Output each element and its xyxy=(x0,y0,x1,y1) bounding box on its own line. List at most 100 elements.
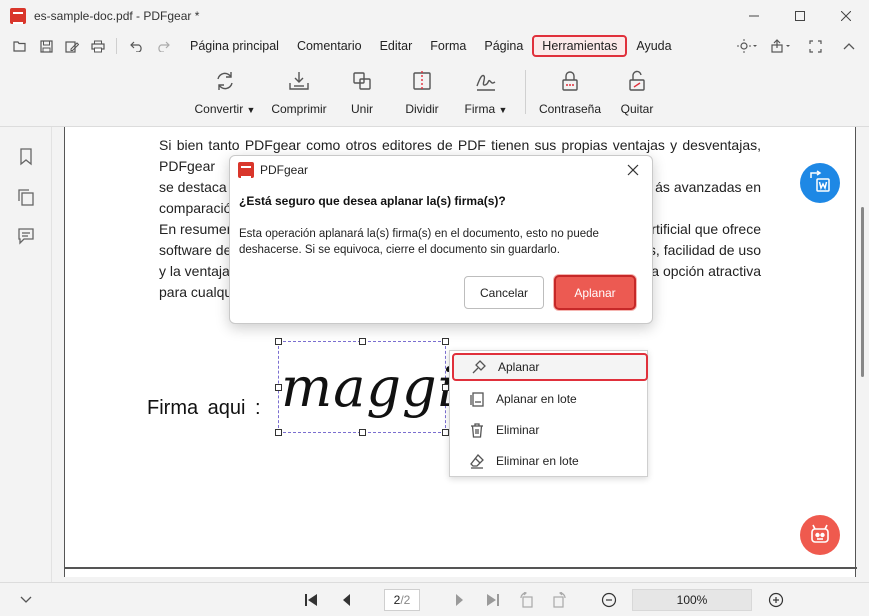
signature-selection[interactable]: maggie xyxy=(275,338,488,436)
ai-robot-icon xyxy=(808,522,832,549)
print-icon[interactable] xyxy=(86,35,110,57)
confirm-flatten-button[interactable]: Aplanar xyxy=(554,275,636,310)
ai-assistant-button[interactable] xyxy=(800,515,840,555)
menu-item-batch-delete[interactable]: Eliminar en lote xyxy=(450,447,647,475)
pages-icon[interactable] xyxy=(16,187,36,207)
maximize-icon[interactable] xyxy=(777,0,823,32)
menu-item-flatten[interactable]: Aplanar xyxy=(452,353,648,381)
rotate-right-icon[interactable] xyxy=(550,591,568,609)
resize-handle[interactable] xyxy=(275,384,282,391)
resize-handle[interactable] xyxy=(442,384,449,391)
flatten-icon xyxy=(470,358,488,376)
menu-pagina-principal[interactable]: Página principal xyxy=(181,35,288,57)
signature-field-label: Firma aqui : xyxy=(147,397,261,419)
signature-button[interactable]: Firma ▼ xyxy=(451,68,521,116)
text-fragment: ás avanzadas en xyxy=(655,179,761,195)
page-number-field[interactable]: 2/2 xyxy=(384,589,420,611)
menu-herramientas[interactable]: Herramientas xyxy=(532,35,628,57)
text-fragment: s, facilidad de uso xyxy=(648,242,761,258)
text-fragment: se destaca xyxy=(159,179,227,195)
scrollbar-thumb[interactable] xyxy=(861,207,864,377)
text-fragment: software de xyxy=(159,242,232,258)
collapse-icon[interactable] xyxy=(837,35,861,57)
split-button[interactable]: Dividir xyxy=(387,68,457,116)
signature-label: Firma xyxy=(464,102,496,116)
status-bar: 2/2 100% xyxy=(0,582,869,616)
open-folder-icon[interactable] xyxy=(8,35,32,57)
first-page-icon[interactable] xyxy=(302,591,320,609)
password-button[interactable]: Contraseña xyxy=(535,68,605,116)
bookmark-icon[interactable] xyxy=(16,147,36,167)
confirm-flatten-dialog: PDFgear ¿Está seguro que desea aplanar l… xyxy=(229,155,653,324)
menu-bar: Página principal Comentario Editar Forma… xyxy=(0,32,869,60)
compress-icon xyxy=(286,68,312,94)
merge-label: Unir xyxy=(350,102,373,116)
chevron-down-icon: ▼ xyxy=(498,105,508,115)
resize-handle[interactable] xyxy=(359,338,366,345)
last-page-icon[interactable] xyxy=(484,591,502,609)
compress-button[interactable]: Comprimir xyxy=(264,68,334,116)
resize-handle[interactable] xyxy=(275,429,282,436)
zoom-in-icon[interactable] xyxy=(767,591,785,609)
edit-icon[interactable] xyxy=(60,35,84,57)
zoom-level-field[interactable]: 100% xyxy=(632,589,752,611)
resize-handle[interactable] xyxy=(359,429,366,436)
window-title: es-sample-doc.pdf - PDFgear * xyxy=(34,9,200,23)
unlock-icon xyxy=(624,68,650,94)
zoom-out-icon[interactable] xyxy=(600,591,618,609)
vertical-scrollbar[interactable] xyxy=(857,127,869,582)
app-logo-icon xyxy=(10,8,26,24)
text-fragment: a opción atractiva xyxy=(651,263,761,279)
comment-icon[interactable] xyxy=(16,226,36,246)
menu-right-tools xyxy=(733,32,861,60)
menu-forma[interactable]: Forma xyxy=(421,35,475,57)
convert-icon xyxy=(212,68,238,94)
menu-ayuda[interactable]: Ayuda xyxy=(627,35,680,57)
menu-pagina[interactable]: Página xyxy=(475,35,532,57)
remove-button[interactable]: Quitar xyxy=(602,68,672,116)
chevron-down-icon[interactable] xyxy=(16,591,36,609)
text-fragment: En resumen xyxy=(159,221,235,237)
minimize-icon[interactable] xyxy=(731,0,777,32)
rotate-left-icon[interactable] xyxy=(518,591,536,609)
remove-label: Quitar xyxy=(620,102,654,116)
fullscreen-icon[interactable] xyxy=(803,35,827,57)
text-fragment: rtificial que ofrece xyxy=(651,221,761,237)
signature-context-menu: Aplanar Aplanar en lote Eliminar Elimina… xyxy=(449,350,648,477)
close-icon[interactable] xyxy=(823,0,869,32)
convert-label: Convertir xyxy=(194,102,244,116)
convert-word-icon xyxy=(808,169,832,197)
prev-page-icon[interactable] xyxy=(338,591,356,609)
ribbon-toolbar: Convertir ▼ Comprimir Unir Dividir Firma… xyxy=(0,60,869,126)
next-page-icon[interactable] xyxy=(450,591,468,609)
convert-button[interactable]: Convertir ▼ xyxy=(190,68,260,116)
menu-item-label: Aplanar en lote xyxy=(496,392,577,406)
save-icon[interactable] xyxy=(34,35,58,57)
split-label: Dividir xyxy=(405,102,439,116)
batch-flatten-icon xyxy=(468,390,486,408)
menu-editar[interactable]: Editar xyxy=(371,35,422,57)
left-sidebar xyxy=(0,127,52,582)
share-icon[interactable] xyxy=(769,35,793,57)
current-page: 2 xyxy=(393,593,401,607)
dialog-message: Esta operación aplanará la(s) firma(s) e… xyxy=(239,228,599,256)
menu-item-label: Eliminar xyxy=(496,423,540,437)
dialog-title: PDFgear xyxy=(260,163,309,177)
menu-item-delete[interactable]: Eliminar xyxy=(450,416,647,444)
undo-icon[interactable] xyxy=(125,35,149,57)
resize-handle[interactable] xyxy=(442,338,449,345)
resize-handle[interactable] xyxy=(275,338,282,345)
menu-item-batch-flatten[interactable]: Aplanar en lote xyxy=(450,385,647,413)
app-logo-icon xyxy=(238,162,254,178)
resize-handle[interactable] xyxy=(442,429,449,436)
convert-word-button[interactable] xyxy=(800,163,840,203)
theme-icon[interactable] xyxy=(735,35,759,57)
redo-icon[interactable] xyxy=(151,35,175,57)
menu-item-label: Aplanar xyxy=(498,360,540,374)
signature-icon xyxy=(473,68,499,94)
close-icon[interactable] xyxy=(622,159,644,181)
menu-comentario[interactable]: Comentario xyxy=(288,35,371,57)
cancel-button[interactable]: Cancelar xyxy=(464,276,544,309)
split-icon xyxy=(409,68,435,94)
chevron-down-icon: ▼ xyxy=(246,105,256,115)
